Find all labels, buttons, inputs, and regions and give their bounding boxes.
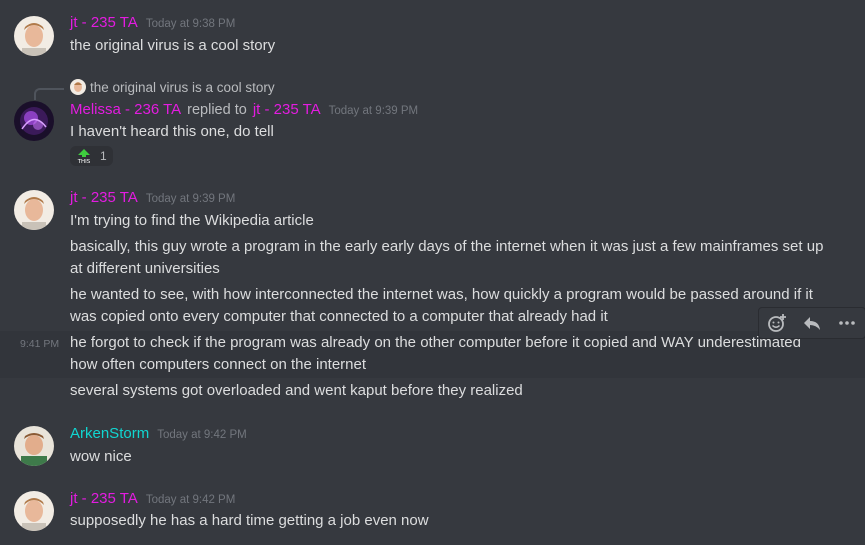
avatar[interactable] xyxy=(14,190,54,230)
reply-preview[interactable]: the original virus is a cool story xyxy=(70,79,275,95)
username[interactable]: jt - 235 TA xyxy=(70,189,138,206)
timestamp: Today at 9:42 PM xyxy=(145,494,236,506)
username[interactable]: ArkenStorm xyxy=(70,425,149,442)
avatar[interactable] xyxy=(14,16,54,56)
replied-label: replied to xyxy=(187,102,247,118)
this-emoji-icon: THIS xyxy=(75,148,93,165)
reply-avatar xyxy=(70,79,86,95)
avatar[interactable] xyxy=(14,426,54,466)
username[interactable]: Melissa - 236 TA xyxy=(70,101,181,118)
message-text: supposedly he has a hard time getting a … xyxy=(70,512,429,529)
message-text: several systems got overloaded and went … xyxy=(70,382,523,399)
message-text: wow nice xyxy=(70,448,132,465)
message-toolbar xyxy=(758,307,865,339)
username[interactable]: jt - 235 TA xyxy=(70,14,138,31)
message-text: basically, this guy wrote a program in t… xyxy=(70,238,824,277)
replied-to-username[interactable]: jt - 235 TA xyxy=(253,101,321,118)
timestamp: Today at 9:42 PM xyxy=(157,429,247,441)
message-text: he forgot to check if the program was al… xyxy=(70,334,801,373)
reply-connector xyxy=(34,88,64,100)
timestamp: Today at 9:38 PM xyxy=(145,18,236,30)
message-text: he wanted to see, with how interconnecte… xyxy=(70,286,813,325)
timestamp: Today at 9:39 PM xyxy=(145,193,236,205)
reaction-count: 1 xyxy=(100,149,107,163)
message-text: I haven't heard this one, do tell xyxy=(70,123,274,140)
reply-icon[interactable] xyxy=(798,310,826,336)
add-reaction-icon[interactable] xyxy=(763,310,791,336)
reaction-button[interactable]: THIS 1 xyxy=(70,146,113,166)
message-text: the original virus is a cool story xyxy=(70,37,276,54)
username[interactable]: jt - 235 TA xyxy=(70,490,138,507)
reply-preview-text: the original virus is a cool story xyxy=(90,79,275,95)
message-text: I'm trying to find the Wikipedia article xyxy=(70,212,314,229)
more-icon[interactable] xyxy=(833,310,861,336)
hover-timestamp: 9:41 PM xyxy=(20,338,60,350)
avatar[interactable] xyxy=(14,101,54,141)
svg-text:THIS: THIS xyxy=(77,159,91,164)
timestamp: Today at 9:39 PM xyxy=(328,105,419,117)
avatar[interactable] xyxy=(14,491,54,531)
